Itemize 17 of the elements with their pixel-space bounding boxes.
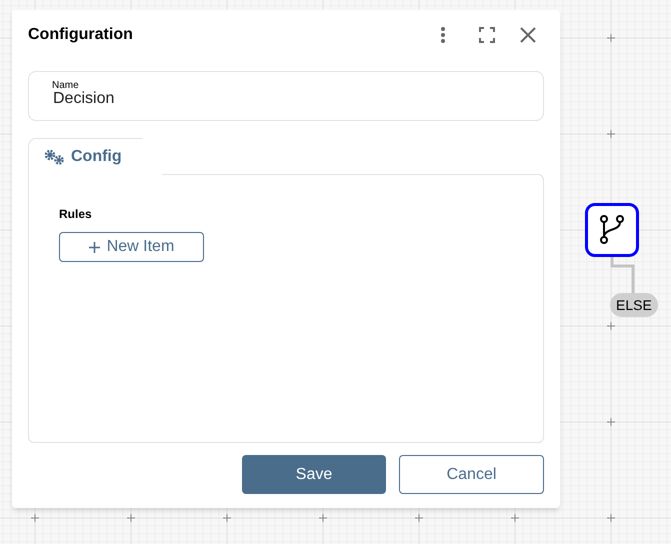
dialog-title: Configuration	[28, 24, 134, 44]
field-value: Decision	[53, 89, 114, 109]
decision-node[interactable]	[585, 203, 639, 257]
new-item-button[interactable]: New Item	[59, 232, 204, 262]
field-label: Rules	[59, 206, 92, 223]
gears-icon	[44, 149, 65, 165]
branch-icon	[600, 215, 624, 245]
field-label: Name	[52, 81, 79, 91]
name-field[interactable]: Name Decision	[28, 71, 544, 121]
fullscreen-icon[interactable]	[479, 26, 495, 42]
close-icon[interactable]	[520, 26, 536, 42]
plus-icon	[88, 242, 100, 252]
edge-label: ELSE	[610, 293, 658, 317]
cancel-button[interactable]: Cancel	[399, 455, 544, 494]
more-icon[interactable]	[440, 26, 446, 44]
config-tab[interactable]: Config	[28, 138, 163, 175]
save-button[interactable]: Save	[242, 455, 386, 494]
